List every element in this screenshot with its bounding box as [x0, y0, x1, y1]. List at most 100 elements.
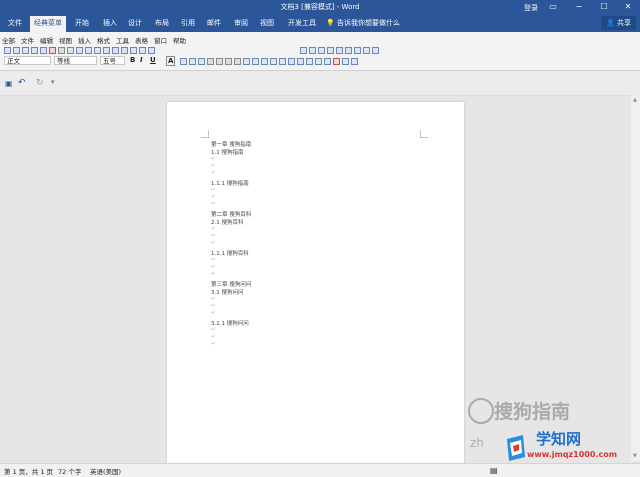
heading-3-1-1[interactable]: 3.1.1 搜狗问问 — [211, 319, 249, 327]
undo-icon[interactable] — [94, 46, 101, 54]
ribbon-display-icon[interactable]: ▭ — [544, 1, 562, 12]
heading-chapter-2[interactable]: 第二章 搜狗百科 — [211, 210, 251, 218]
borders-icon[interactable] — [297, 57, 304, 65]
heading-1-1-1-b[interactable]: 1.1.1 搜狗百科 — [211, 249, 249, 257]
menu-format[interactable]: 格式 — [97, 35, 110, 45]
decrease-indent-icon[interactable] — [279, 57, 286, 65]
menu-window[interactable]: 窗口 — [154, 35, 167, 45]
align-center-icon[interactable] — [216, 57, 223, 65]
comment-icon[interactable] — [327, 46, 334, 54]
tab-references[interactable]: 引用 — [181, 18, 195, 28]
help-icon[interactable] — [351, 57, 358, 65]
page-count[interactable]: 第 1 页，共 1 页 — [4, 466, 53, 476]
redo-icon[interactable]: ↻ — [36, 78, 44, 88]
hyperlink-icon[interactable] — [112, 46, 119, 54]
copy-icon[interactable] — [67, 46, 74, 54]
heading-chapter-1[interactable]: 第一章 搜狗指南 — [211, 140, 251, 148]
tab-developer[interactable]: 开发工具 — [288, 18, 316, 28]
tab-insert[interactable]: 插入 — [103, 18, 117, 28]
drawing-icon[interactable] — [139, 46, 146, 54]
spelling-icon[interactable] — [49, 46, 56, 54]
char-border-button[interactable]: A — [166, 56, 176, 66]
change-case-icon[interactable] — [198, 57, 205, 65]
minimize-icon[interactable]: − — [570, 1, 588, 12]
shapes-icon[interactable] — [345, 46, 352, 54]
justify-icon[interactable] — [234, 57, 241, 65]
find-icon[interactable] — [300, 46, 307, 54]
bullets-icon[interactable] — [261, 57, 268, 65]
tell-me-search[interactable]: 💡 告诉我你想要做什么 — [326, 18, 400, 28]
highlight-icon[interactable] — [324, 57, 331, 65]
align-left-icon[interactable] — [207, 57, 214, 65]
word-count[interactable]: 72 个字 — [58, 466, 81, 476]
goto-icon[interactable] — [318, 46, 325, 54]
menu-insert[interactable]: 插入 — [78, 35, 91, 45]
customize-qat-icon[interactable]: ▾ — [51, 78, 55, 86]
phonetic-icon[interactable] — [189, 57, 196, 65]
document-page[interactable]: 第一章 搜狗指南 1.1 搜狗指南 ↵ ↵ ↵ 1.1.1 搜狗指南 ↵ ↵ ↵… — [167, 102, 464, 476]
line-spacing-icon[interactable] — [243, 57, 250, 65]
heading-1-1[interactable]: 1.1 搜狗指南 — [211, 148, 244, 156]
cut-icon[interactable] — [58, 46, 65, 54]
menu-edit[interactable]: 编辑 — [40, 35, 53, 45]
font-color-icon[interactable] — [333, 57, 340, 65]
picture-icon[interactable] — [363, 46, 370, 54]
italic-button[interactable]: I — [140, 56, 143, 64]
heading-2-1[interactable]: 2.1 搜狗百科 — [211, 218, 244, 226]
undo-icon[interactable]: ↶ — [18, 78, 26, 88]
language-status[interactable]: 英语(美国) — [90, 466, 121, 476]
chart-icon[interactable] — [372, 46, 379, 54]
tab-design[interactable]: 设计 — [128, 18, 142, 28]
heading-3-1[interactable]: 3.1 搜狗问问 — [211, 288, 244, 296]
numbering-icon[interactable] — [252, 57, 259, 65]
new-document-icon[interactable] — [4, 46, 11, 54]
tab-view[interactable]: 视图 — [260, 18, 274, 28]
show-marks-icon[interactable] — [315, 57, 322, 65]
underline-button[interactable]: U — [150, 56, 156, 64]
table-icon[interactable] — [121, 46, 128, 54]
heading-chapter-3[interactable]: 第三章 搜狗问问 — [211, 280, 251, 288]
replace-icon[interactable] — [309, 46, 316, 54]
save-icon[interactable] — [22, 46, 29, 54]
close-icon[interactable]: ✕ — [619, 1, 637, 12]
open-icon[interactable] — [13, 46, 20, 54]
style-combo[interactable]: 正文 — [4, 56, 51, 65]
login-link[interactable]: 登录 — [524, 3, 538, 13]
multilevel-list-icon[interactable] — [270, 57, 277, 65]
tab-classic-menu[interactable]: 经典菜单 — [30, 16, 66, 32]
font-name-combo[interactable]: 等线 — [54, 56, 97, 65]
track-changes-icon[interactable] — [336, 46, 343, 54]
tab-mailings[interactable]: 邮件 — [207, 18, 221, 28]
menu-all[interactable]: 全部 — [2, 35, 15, 45]
increase-indent-icon[interactable] — [288, 57, 295, 65]
textbox-icon[interactable] — [354, 46, 361, 54]
vertical-scrollbar[interactable]: ▲ ▼ — [631, 95, 640, 461]
paste-icon[interactable] — [76, 46, 83, 54]
zoom-icon[interactable] — [148, 46, 155, 54]
char-shading-icon[interactable] — [180, 57, 187, 65]
menu-help[interactable]: 帮助 — [173, 35, 186, 45]
bold-button[interactable]: B — [130, 56, 135, 64]
print-preview-icon[interactable] — [40, 46, 47, 54]
scroll-up-icon[interactable]: ▲ — [633, 97, 637, 103]
share-button[interactable]: 👤 共享 — [601, 16, 636, 30]
print-icon[interactable] — [31, 46, 38, 54]
tab-layout[interactable]: 布局 — [155, 18, 169, 28]
sort-icon[interactable] — [306, 57, 313, 65]
menu-tools[interactable]: 工具 — [116, 35, 129, 45]
styles-icon[interactable] — [342, 57, 349, 65]
align-right-icon[interactable] — [225, 57, 232, 65]
heading-1-1-1[interactable]: 1.1.1 搜狗指南 — [211, 179, 249, 187]
redo-icon[interactable] — [103, 46, 110, 54]
save-icon[interactable]: ▣ — [5, 79, 13, 88]
read-mode-icon[interactable]: ▤ — [490, 466, 498, 475]
menu-view[interactable]: 视图 — [59, 35, 72, 45]
scroll-down-icon[interactable]: ▼ — [633, 453, 637, 459]
tab-home[interactable]: 开始 — [75, 18, 89, 28]
columns-icon[interactable] — [130, 46, 137, 54]
font-size-combo[interactable]: 五号 — [100, 56, 125, 65]
maximize-icon[interactable]: ☐ — [595, 1, 613, 12]
tab-file[interactable]: 文件 — [8, 18, 22, 28]
tab-review[interactable]: 审阅 — [234, 18, 248, 28]
format-painter-icon[interactable] — [85, 46, 92, 54]
